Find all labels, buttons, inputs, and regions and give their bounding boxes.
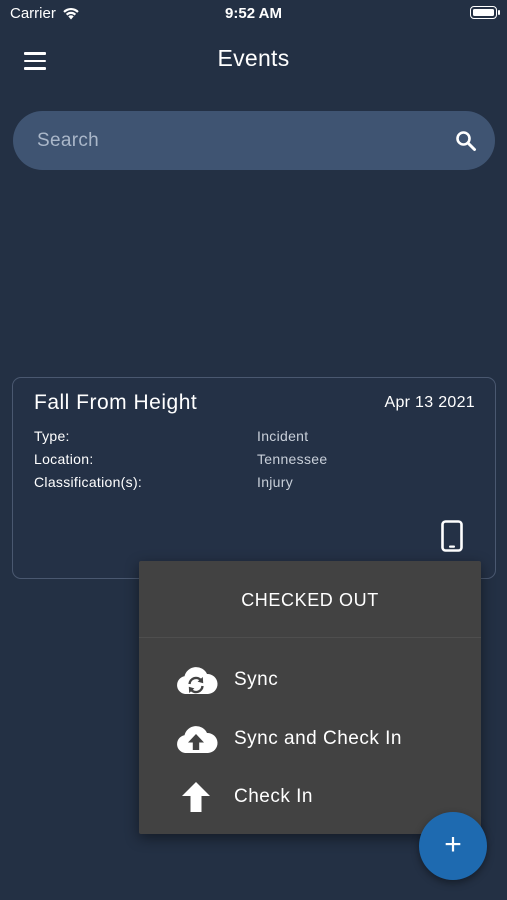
add-event-button[interactable]: + bbox=[419, 812, 487, 880]
event-date: Apr 13 2021 bbox=[384, 394, 475, 411]
classification-value: Injury bbox=[257, 474, 294, 490]
event-title: Fall From Height bbox=[34, 391, 198, 414]
menu-item-sync-and-check-in[interactable]: Sync and Check In bbox=[139, 710, 481, 768]
type-label: Type: bbox=[34, 428, 70, 444]
location-label: Location: bbox=[34, 451, 94, 467]
cloud-sync-icon bbox=[174, 662, 218, 698]
battery-icon bbox=[470, 6, 500, 19]
search-icon[interactable] bbox=[455, 130, 477, 152]
search-bar[interactable] bbox=[13, 111, 495, 170]
plus-icon: + bbox=[444, 828, 462, 861]
page-title: Events bbox=[217, 45, 290, 71]
events-screen: Carrier 9:52 AM Events Fall From Height … bbox=[0, 0, 507, 900]
location-value: Tennessee bbox=[257, 451, 328, 467]
checkout-action-menu: CHECKED OUT Sync Sync and Check In Check… bbox=[139, 561, 481, 834]
event-card[interactable]: Fall From Height Apr 13 2021 Type: Incid… bbox=[12, 377, 496, 579]
status-time: 9:52 AM bbox=[225, 5, 282, 22]
status-bar: Carrier 9:52 AM bbox=[0, 0, 507, 28]
sync-and-check-in-label: Sync and Check In bbox=[234, 728, 402, 749]
sync-label: Sync bbox=[234, 669, 279, 690]
type-value: Incident bbox=[257, 428, 309, 444]
cloud-upload-icon bbox=[174, 721, 218, 757]
check-in-label: Check In bbox=[234, 786, 313, 807]
classification-label: Classification(s): bbox=[34, 474, 143, 490]
menu-header: CHECKED OUT bbox=[139, 561, 481, 638]
mobile-device-icon bbox=[441, 520, 463, 552]
menu-item-sync[interactable]: Sync bbox=[139, 651, 481, 709]
arrow-up-icon bbox=[174, 779, 218, 815]
search-input[interactable] bbox=[37, 111, 437, 170]
